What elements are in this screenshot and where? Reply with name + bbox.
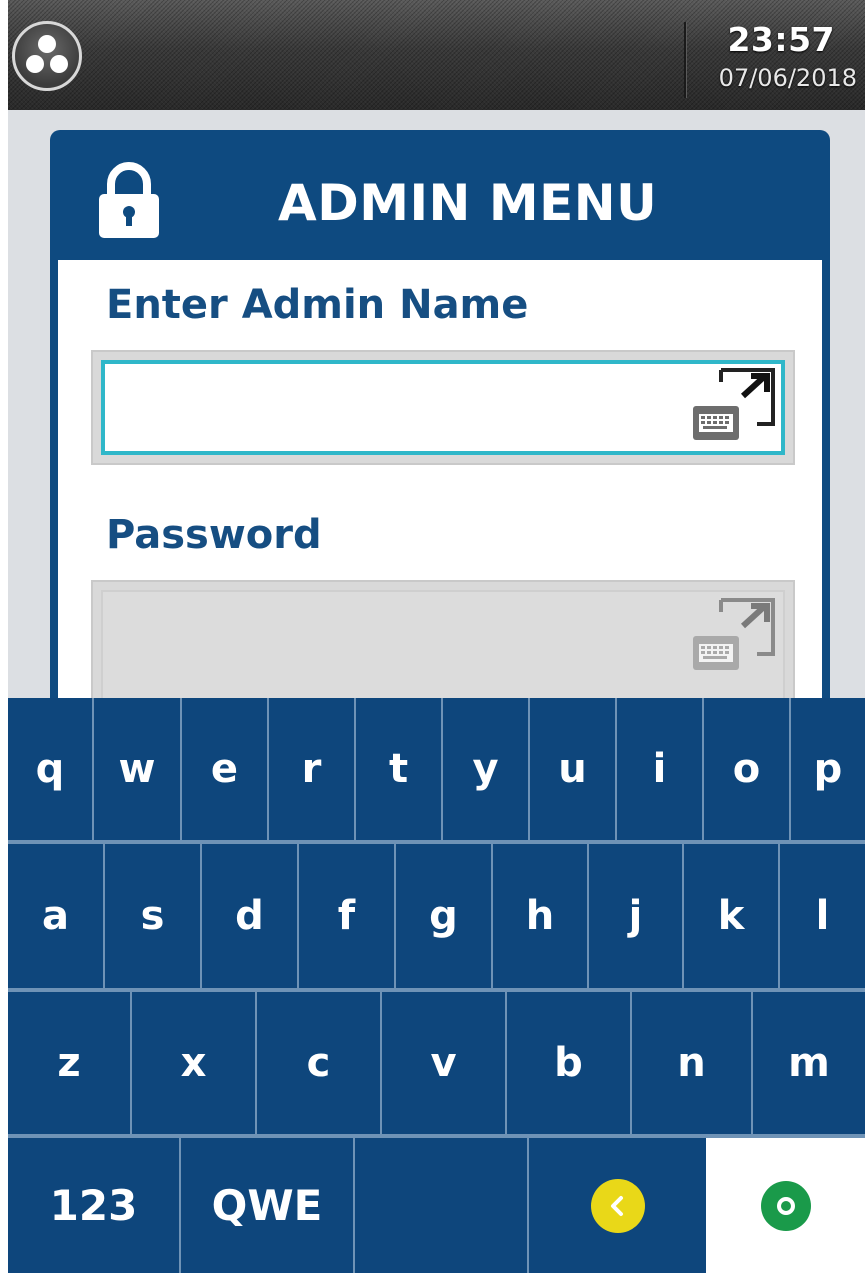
key-h[interactable]: h <box>491 844 587 988</box>
key-l[interactable]: l <box>778 844 865 988</box>
key-i[interactable]: i <box>615 698 702 840</box>
admin-menu-dialog: ADMIN MENU Enter Admin Name Password <box>50 130 830 700</box>
password-input[interactable] <box>101 590 785 700</box>
home-dots-icon[interactable] <box>12 21 82 91</box>
key-p[interactable]: p <box>789 698 865 840</box>
key-k[interactable]: k <box>682 844 778 988</box>
admin-name-field-frame <box>91 350 795 465</box>
keyboard-row-4: 123 QWE <box>8 1138 865 1273</box>
key-a[interactable]: a <box>8 844 103 988</box>
key-w[interactable]: w <box>92 698 180 840</box>
key-f[interactable]: f <box>297 844 394 988</box>
confirm-key[interactable] <box>706 1138 865 1273</box>
key-u[interactable]: u <box>528 698 615 840</box>
key-n[interactable]: n <box>630 992 751 1134</box>
key-y[interactable]: y <box>441 698 528 840</box>
backspace-key[interactable] <box>527 1138 706 1273</box>
key-m[interactable]: m <box>751 992 865 1134</box>
key-o[interactable]: o <box>702 698 789 840</box>
clock-time: 23:57 <box>727 20 835 59</box>
key-d[interactable]: d <box>200 844 297 988</box>
dialog-title: ADMIN MENU <box>278 174 658 232</box>
status-divider <box>684 22 687 98</box>
key-e[interactable]: e <box>180 698 267 840</box>
key-j[interactable]: j <box>587 844 682 988</box>
key-x[interactable]: x <box>130 992 255 1134</box>
key-r[interactable]: r <box>267 698 354 840</box>
keyboard-row-2: a s d f g h j k l <box>8 844 865 988</box>
space-key[interactable] <box>353 1138 527 1273</box>
key-b[interactable]: b <box>505 992 630 1134</box>
numbers-mode-key[interactable]: 123 <box>8 1138 179 1273</box>
admin-name-label: Enter Admin Name <box>106 282 529 328</box>
password-field-frame <box>91 580 795 700</box>
status-bar: 23:57 07/06/2018 <box>8 0 865 110</box>
lock-icon <box>97 160 161 244</box>
dialog-header: ADMIN MENU <box>50 130 830 260</box>
key-v[interactable]: v <box>380 992 505 1134</box>
clock-date: 07/06/2018 <box>718 64 857 92</box>
keyboard-row-1: q w e r t y u i o p <box>8 698 865 840</box>
backspace-icon <box>590 1178 645 1233</box>
confirm-icon <box>760 1180 811 1231</box>
password-label: Password <box>106 512 322 558</box>
key-c[interactable]: c <box>255 992 380 1134</box>
key-s[interactable]: s <box>103 844 200 988</box>
key-z[interactable]: z <box>8 992 130 1134</box>
keyboard-expand-icon[interactable] <box>691 362 781 448</box>
key-t[interactable]: t <box>354 698 441 840</box>
dialog-body: Enter Admin Name Password <box>58 260 822 700</box>
keyboard-expand-icon[interactable] <box>691 592 781 678</box>
on-screen-keyboard: q w e r t y u i o p a s d f g h j k l z … <box>8 698 865 1273</box>
keyboard-row-3: z x c v b n m <box>8 992 865 1134</box>
key-q[interactable]: q <box>8 698 92 840</box>
admin-name-input[interactable] <box>101 360 785 455</box>
key-g[interactable]: g <box>394 844 491 988</box>
qwerty-mode-key[interactable]: QWE <box>179 1138 353 1273</box>
